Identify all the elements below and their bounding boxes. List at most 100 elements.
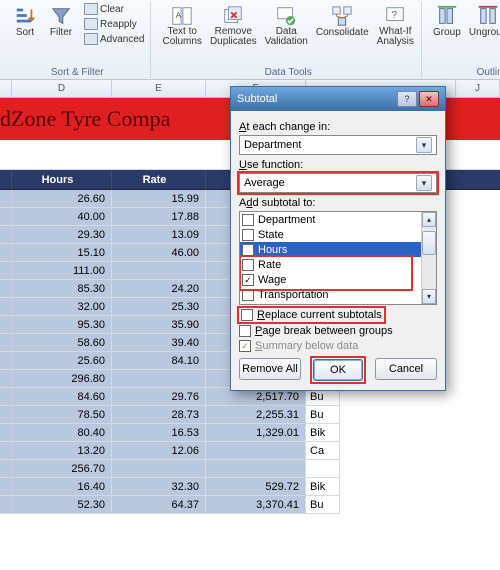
cell-hours[interactable]: 84.60 <box>12 388 112 406</box>
cell-rate[interactable]: 29.76 <box>112 388 206 406</box>
row-gutter[interactable] <box>0 208 12 226</box>
cell-rate[interactable]: 64.37 <box>112 496 206 514</box>
sort-button[interactable]: Sort <box>8 2 42 41</box>
table-row[interactable]: 78.5028.732,255.31Bu <box>0 406 500 424</box>
cell-t[interactable]: Bik <box>306 424 340 442</box>
cell-rate[interactable]: 16.53 <box>112 424 206 442</box>
th-hours[interactable]: Hours <box>12 170 112 189</box>
cancel-button[interactable]: Cancel <box>375 358 437 380</box>
cell-rate[interactable]: 84.10 <box>112 352 206 370</box>
cell-hours[interactable]: 111.00 <box>12 262 112 280</box>
table-row[interactable]: 256.70 <box>0 460 500 478</box>
at-each-change-combo[interactable]: Department ▾ <box>239 135 437 155</box>
group-button[interactable]: Group <box>430 2 464 41</box>
cell-wage[interactable]: 2,255.31 <box>206 406 306 424</box>
row-gutter[interactable] <box>0 388 12 406</box>
table-row[interactable]: 52.3064.373,370.41Bu <box>0 496 500 514</box>
checkbox-icon[interactable] <box>242 229 254 241</box>
row-gutter[interactable] <box>0 190 12 208</box>
cell-wage[interactable] <box>206 442 306 460</box>
col-header-d[interactable]: D <box>12 80 112 97</box>
row-gutter[interactable] <box>0 370 12 388</box>
cell-hours[interactable]: 25.60 <box>12 352 112 370</box>
list-item[interactable]: ✓Wage <box>240 272 436 287</box>
cell-t[interactable]: Ca <box>306 442 340 460</box>
scroll-down-icon[interactable]: ▾ <box>422 289 436 304</box>
checkbox-icon[interactable]: ✓ <box>242 274 254 286</box>
listbox-scrollbar[interactable]: ▴ ▾ <box>421 212 436 304</box>
cell-hours[interactable]: 26.60 <box>12 190 112 208</box>
cell-t[interactable] <box>306 460 340 478</box>
cell-rate[interactable]: 35.90 <box>112 316 206 334</box>
chevron-down-icon[interactable]: ▾ <box>416 137 432 153</box>
table-row[interactable]: 13.2012.06 Ca <box>0 442 500 460</box>
table-row[interactable]: 80.4016.531,329.01Bik <box>0 424 500 442</box>
row-gutter[interactable] <box>0 352 12 370</box>
cell-rate[interactable]: 32.30 <box>112 478 206 496</box>
cell-t[interactable]: Bu <box>306 496 340 514</box>
cell-hours[interactable]: 29.30 <box>12 226 112 244</box>
cell-rate[interactable]: 15.99 <box>112 190 206 208</box>
chevron-down-icon[interactable]: ▾ <box>416 175 432 191</box>
list-item[interactable]: Department <box>240 212 436 227</box>
cell-hours[interactable]: 40.00 <box>12 208 112 226</box>
checkbox-icon[interactable] <box>242 289 254 301</box>
clear-button[interactable]: Clear <box>82 2 146 16</box>
ok-button[interactable]: OK <box>313 359 363 381</box>
row-gutter[interactable] <box>0 478 12 496</box>
cell-t[interactable]: Bu <box>306 406 340 424</box>
text-to-columns-button[interactable]: A Text to Columns <box>159 2 204 50</box>
cell-rate[interactable]: 13.09 <box>112 226 206 244</box>
cell-rate[interactable]: 25.30 <box>112 298 206 316</box>
checkbox-icon[interactable] <box>242 244 254 256</box>
row-gutter[interactable] <box>0 460 12 478</box>
cell-rate[interactable] <box>112 370 206 388</box>
row-gutter[interactable] <box>0 442 12 460</box>
pagebreak-checkbox[interactable] <box>239 325 251 337</box>
cell-hours[interactable]: 52.30 <box>12 496 112 514</box>
table-row[interactable]: 16.4032.30529.72Bik <box>0 478 500 496</box>
advanced-button[interactable]: Advanced <box>82 32 146 46</box>
cell-rate[interactable]: 39.40 <box>112 334 206 352</box>
cell-rate[interactable] <box>112 262 206 280</box>
row-gutter[interactable] <box>0 298 12 316</box>
cell-wage[interactable]: 1,329.01 <box>206 424 306 442</box>
row-gutter[interactable] <box>0 334 12 352</box>
cell-hours[interactable]: 256.70 <box>12 460 112 478</box>
col-header-j[interactable]: J <box>456 80 500 97</box>
row-gutter[interactable] <box>0 496 12 514</box>
cell-wage[interactable]: 529.72 <box>206 478 306 496</box>
row-gutter[interactable] <box>0 424 12 442</box>
ungroup-button[interactable]: Ungroup <box>466 2 500 41</box>
cell-hours[interactable]: 32.00 <box>12 298 112 316</box>
row-gutter[interactable] <box>0 262 12 280</box>
cell-rate[interactable]: 12.06 <box>112 442 206 460</box>
cell-rate[interactable]: 28.73 <box>112 406 206 424</box>
cell-rate[interactable]: 24.20 <box>112 280 206 298</box>
what-if-button[interactable]: ? What-If Analysis <box>374 2 417 50</box>
remove-duplicates-button[interactable]: Remove Duplicates <box>207 2 260 50</box>
cell-t[interactable]: Bik <box>306 478 340 496</box>
row-gutter[interactable] <box>0 280 12 298</box>
filter-button[interactable]: Filter <box>44 2 78 41</box>
summary-checkbox[interactable]: ✓ <box>239 340 251 352</box>
col-header-e[interactable]: E <box>112 80 206 97</box>
dialog-titlebar[interactable]: Subtotal ? ✕ <box>231 87 445 111</box>
cell-rate[interactable] <box>112 460 206 478</box>
cell-hours[interactable]: 80.40 <box>12 424 112 442</box>
row-gutter[interactable] <box>0 226 12 244</box>
cell-hours[interactable]: 95.30 <box>12 316 112 334</box>
cell-hours[interactable]: 85.30 <box>12 280 112 298</box>
list-item[interactable]: Transportation <box>240 287 436 302</box>
cell-hours[interactable]: 15.10 <box>12 244 112 262</box>
checkbox-icon[interactable] <box>242 214 254 226</box>
th-rate[interactable]: Rate <box>112 170 206 189</box>
use-function-combo[interactable]: Average ▾ <box>239 173 437 193</box>
data-validation-button[interactable]: Data Validation <box>262 2 311 50</box>
consolidate-button[interactable]: Consolidate <box>313 2 372 41</box>
cell-hours[interactable]: 13.20 <box>12 442 112 460</box>
replace-checkbox[interactable] <box>241 309 253 321</box>
scroll-up-icon[interactable]: ▴ <box>422 212 436 227</box>
list-item[interactable]: Hours <box>240 242 436 257</box>
row-gutter[interactable] <box>0 406 12 424</box>
